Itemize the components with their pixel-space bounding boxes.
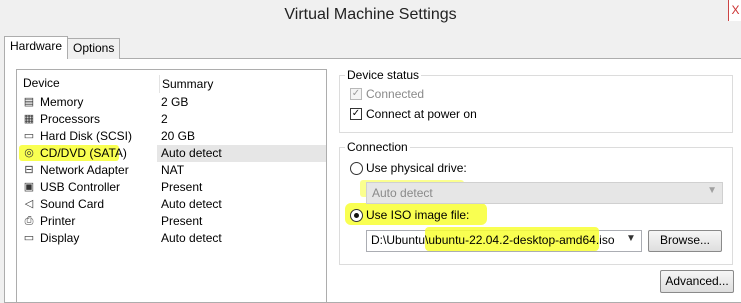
use-iso-label[interactable]: Use ISO image file: [366,208,469,222]
device-name: Processors [40,112,101,126]
device-status-title: Device status [345,68,422,82]
device-status-group: Device status [339,68,733,133]
device-row-printer[interactable]: ⎙ Printer Present [17,213,326,230]
processor-icon: ▦ [23,113,35,125]
connection-title: Connection [345,140,410,154]
connected-checkbox: ✓ [350,88,362,100]
device-summary: 20 GB [161,129,196,143]
iso-path-prefix: D:\Ubuntu\ [371,233,429,247]
device-summary: Present [161,180,203,194]
display-icon: ▭ [23,232,35,244]
speaker-icon: ◁ [24,198,34,210]
column-header-device[interactable]: Device [23,76,60,92]
device-summary: 2 GB [161,95,189,109]
device-name: USB Controller [40,180,121,194]
device-row-display[interactable]: ▭ Display Auto detect [17,230,326,247]
device-name: Network Adapter [40,163,129,177]
device-name: Hard Disk (SCSI) [40,129,133,143]
hard-disk-icon: ▭ [23,130,35,142]
physical-drive-value: Auto detect [372,186,433,200]
device-name: CD/DVD (SATA) [40,146,127,160]
title-bar: Virtual Machine Settings X [0,0,741,30]
use-iso-radio[interactable] [350,209,363,222]
tab-hardware[interactable]: Hardware [4,36,69,59]
iso-file-name: ubuntu-22.04.2-desktop-amd64.iso [428,233,615,247]
device-summary: Auto detect [161,231,222,245]
device-name: Printer [40,214,76,228]
tab-options[interactable]: Options [67,38,121,59]
use-physical-drive-label[interactable]: Use physical drive: [366,161,467,175]
cd-dvd-icon: ◎ [24,147,34,159]
device-name: Sound Card [40,197,105,211]
advanced-button[interactable]: Advanced... [660,270,734,293]
browse-button[interactable]: Browse... [648,230,722,252]
device-summary: NAT [161,163,185,177]
memory-icon: ▤ [23,96,35,108]
use-physical-drive-radio[interactable] [350,162,363,175]
device-row-network-adapter[interactable]: ⊟ Network Adapter NAT [17,162,326,179]
column-header-summary[interactable]: Summary [159,75,213,93]
device-row-sound-card[interactable]: ◁ Sound Card Auto detect [17,196,326,213]
device-row-cd-dvd[interactable]: ◎ CD/DVD (SATA) Auto detect [17,145,326,162]
connect-at-power-on-checkbox[interactable]: ✓ [350,108,362,120]
device-summary: Auto detect [161,146,222,160]
connected-label: Connected [366,87,425,101]
device-summary: Present [161,214,203,228]
device-summary: 2 [161,112,168,126]
connect-at-power-on-label[interactable]: Connect at power on [366,107,477,121]
chevron-down-icon: ▼ [707,185,717,196]
chevron-down-icon[interactable]: ▼ [626,233,636,244]
device-list: Device Summary ▤ Memory 2 GB ▦ Processor… [16,69,327,303]
device-name: Display [40,231,80,245]
device-summary: Auto detect [161,197,222,211]
device-row-usb-controller[interactable]: ▣ USB Controller Present [17,179,326,196]
device-row-hard-disk[interactable]: ▭ Hard Disk (SCSI) 20 GB [17,128,326,145]
physical-drive-select: Auto detect ▼ [366,182,723,204]
usb-icon: ▣ [23,181,35,193]
device-row-processors[interactable]: ▦ Processors 2 [17,111,326,128]
device-row-memory[interactable]: ▤ Memory 2 GB [17,94,326,111]
close-button[interactable]: X [728,0,741,21]
printer-icon: ⎙ [24,215,34,227]
iso-path-text: D:\Ubuntu\ubuntu-22.04.2-desktop-amd64.i… [371,233,615,247]
window-title: Virtual Machine Settings [284,6,457,23]
device-name: Memory [40,95,84,109]
network-adapter-icon: ⊟ [24,164,34,176]
